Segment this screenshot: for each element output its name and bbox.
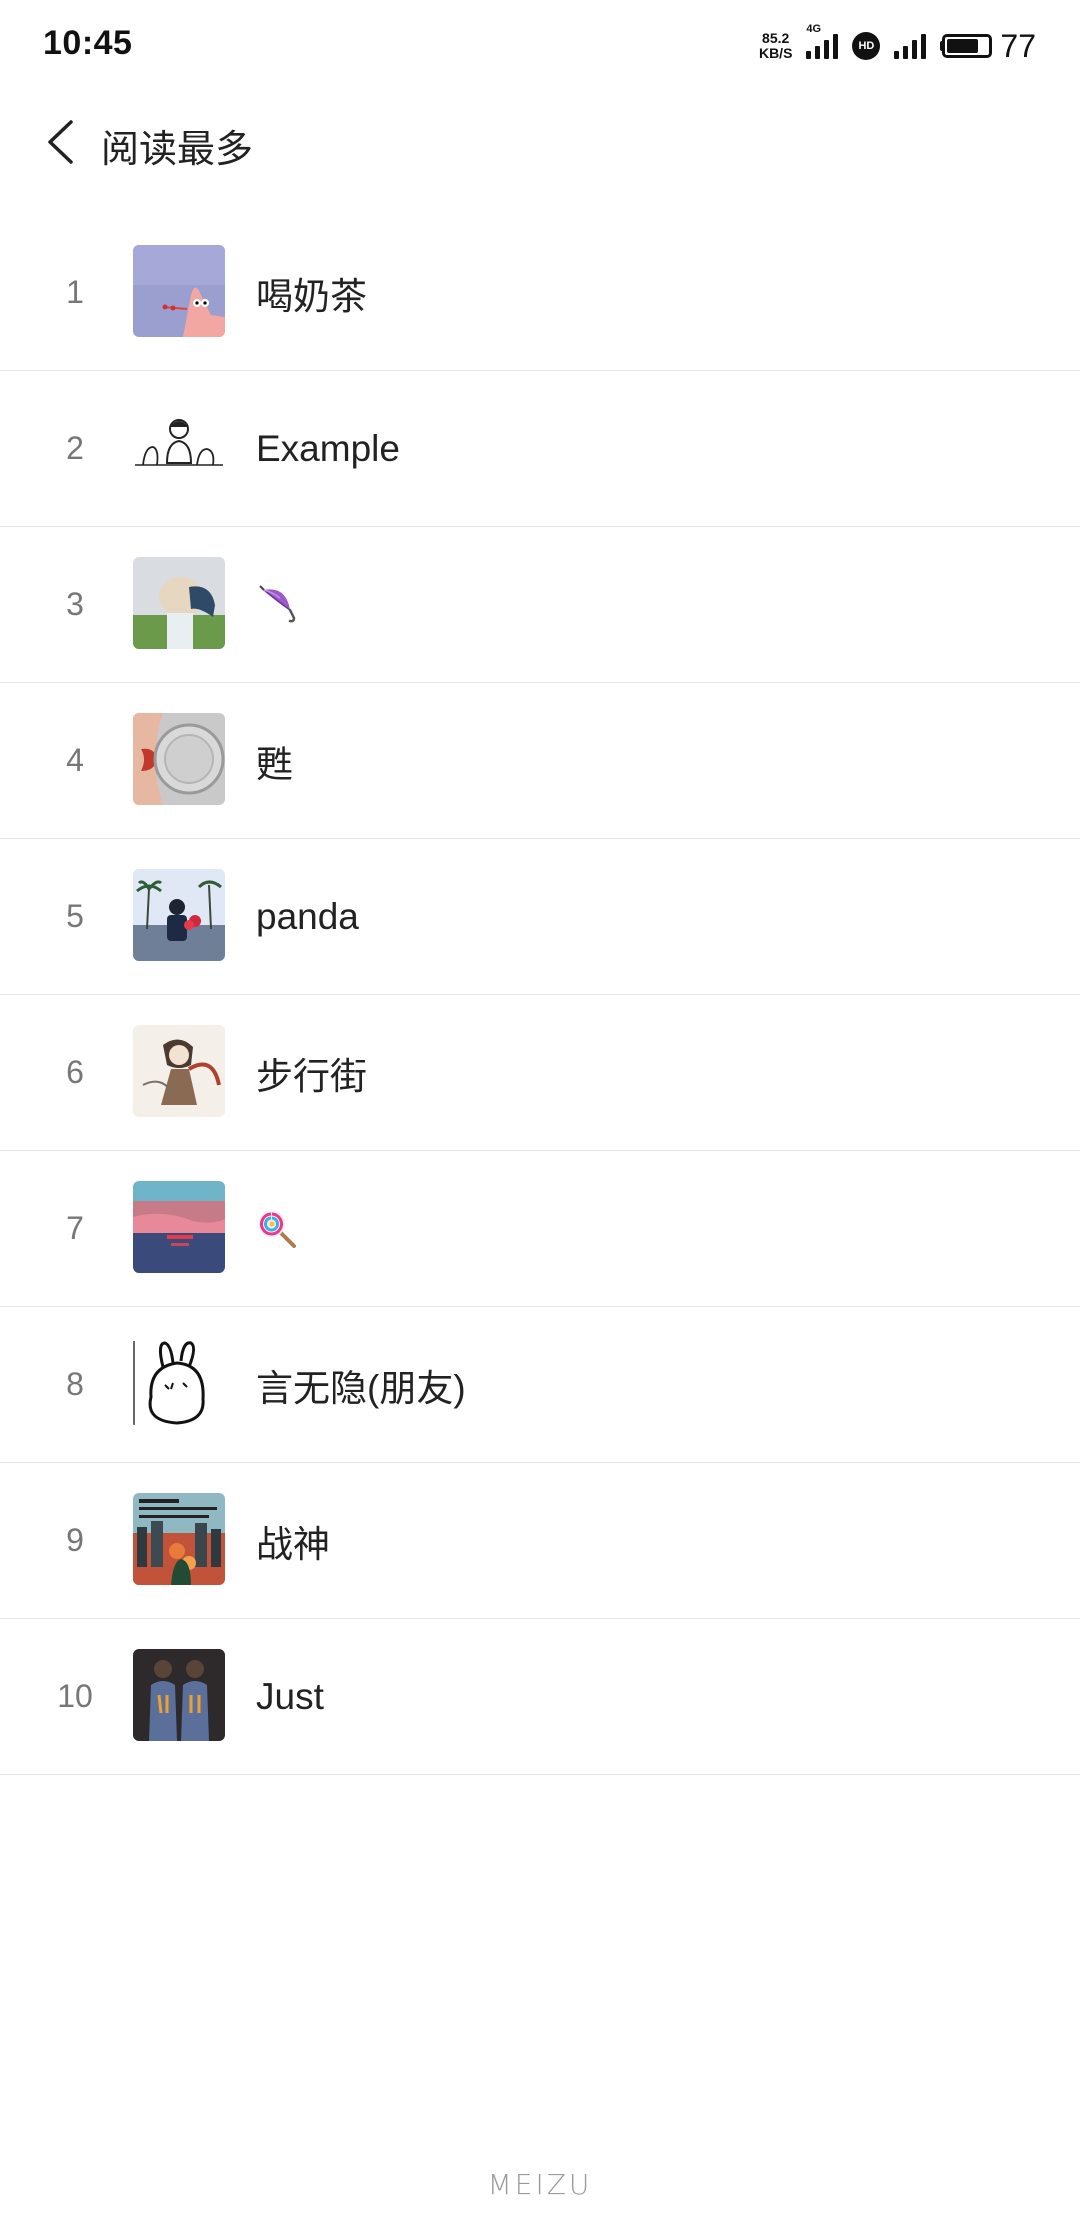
list-item[interactable]: 7 — [0, 1151, 1080, 1307]
line-drawing-family-avatar[interactable] — [133, 401, 225, 493]
brand-logo: MEIZU — [487, 2168, 593, 2201]
signal-4g-icon: 4G — [806, 23, 839, 59]
ranking-list: 1 喝奶茶 2 Example 3 4 甦 5 panda 6 步行街 7 8 … — [0, 215, 1080, 1775]
contact-name: 战神 — [256, 1523, 330, 1565]
rank-number: 8 — [66, 1366, 84, 1402]
network-type-label: 4G — [806, 23, 822, 35]
contact-name — [256, 527, 298, 682]
signal-strength-icon — [894, 33, 927, 59]
list-item[interactable]: 9 战神 — [0, 1463, 1080, 1619]
lollipop-emoji — [259, 1210, 296, 1248]
sunset-sea-avatar[interactable] — [133, 1181, 225, 1273]
network-speed: 85.2 KB/S — [759, 31, 792, 61]
list-item[interactable]: 5 panda — [0, 839, 1080, 995]
rank-number: 3 — [66, 586, 84, 622]
list-item[interactable]: 1 喝奶茶 — [0, 215, 1080, 371]
network-speed-unit: KB/S — [758, 45, 793, 61]
rank-number: 9 — [66, 1522, 84, 1558]
contact-name — [256, 1151, 298, 1306]
chevron-left-icon — [48, 120, 73, 164]
city-text-avatar[interactable] — [133, 1493, 225, 1585]
patrick-star-avatar[interactable] — [133, 245, 225, 337]
battery-icon: 77 — [940, 28, 1036, 65]
status-time: 10:45 — [43, 24, 133, 62]
list-item[interactable]: 3 — [0, 527, 1080, 683]
app-header: 阅读最多 — [0, 100, 1080, 184]
list-item[interactable]: 6 步行街 — [0, 995, 1080, 1151]
back-button[interactable] — [30, 112, 90, 172]
hd-voice-icon: HD — [852, 32, 881, 60]
list-item[interactable]: 10 Just — [0, 1619, 1080, 1775]
contact-name: 甦 — [256, 743, 293, 785]
bunny-sketch-avatar[interactable] — [133, 1337, 225, 1429]
basketball-players-avatar[interactable] — [133, 1649, 225, 1741]
lips-glass-avatar[interactable] — [133, 713, 225, 805]
rank-number: 6 — [66, 1054, 84, 1090]
contact-name: panda — [256, 895, 359, 937]
girl-with-cat-avatar[interactable] — [133, 557, 225, 649]
rank-number: 5 — [66, 898, 84, 934]
rank-number: 7 — [66, 1210, 84, 1246]
contact-name: 步行街 — [256, 1055, 367, 1097]
contact-name: Example — [256, 427, 400, 469]
beach-palm-avatar[interactable] — [133, 869, 225, 961]
network-speed-value: 85.2 — [762, 30, 790, 46]
list-item[interactable]: 8 言无隐(朋友) — [0, 1307, 1080, 1463]
anime-character-avatar[interactable] — [133, 1025, 225, 1117]
list-item[interactable]: 4 甦 — [0, 683, 1080, 839]
rank-number: 10 — [57, 1678, 93, 1714]
contact-name: 言无隐(朋友) — [256, 1367, 466, 1409]
contact-name: 喝奶茶 — [256, 275, 367, 317]
status-bar: 10:45 85.2 KB/S 4G HD 77 — [0, 0, 1080, 92]
status-indicators: 85.2 KB/S 4G HD 77 — [759, 23, 1036, 66]
contact-name: Just — [256, 1675, 324, 1717]
rank-number: 2 — [66, 430, 84, 466]
rank-number: 4 — [66, 742, 84, 778]
battery-fill — [947, 39, 979, 53]
battery-percent: 77 — [1000, 27, 1036, 64]
umbrella-emoji — [259, 584, 296, 622]
rank-number: 1 — [66, 274, 84, 310]
list-item[interactable]: 2 Example — [0, 371, 1080, 527]
page-title: 阅读最多 — [101, 129, 254, 171]
